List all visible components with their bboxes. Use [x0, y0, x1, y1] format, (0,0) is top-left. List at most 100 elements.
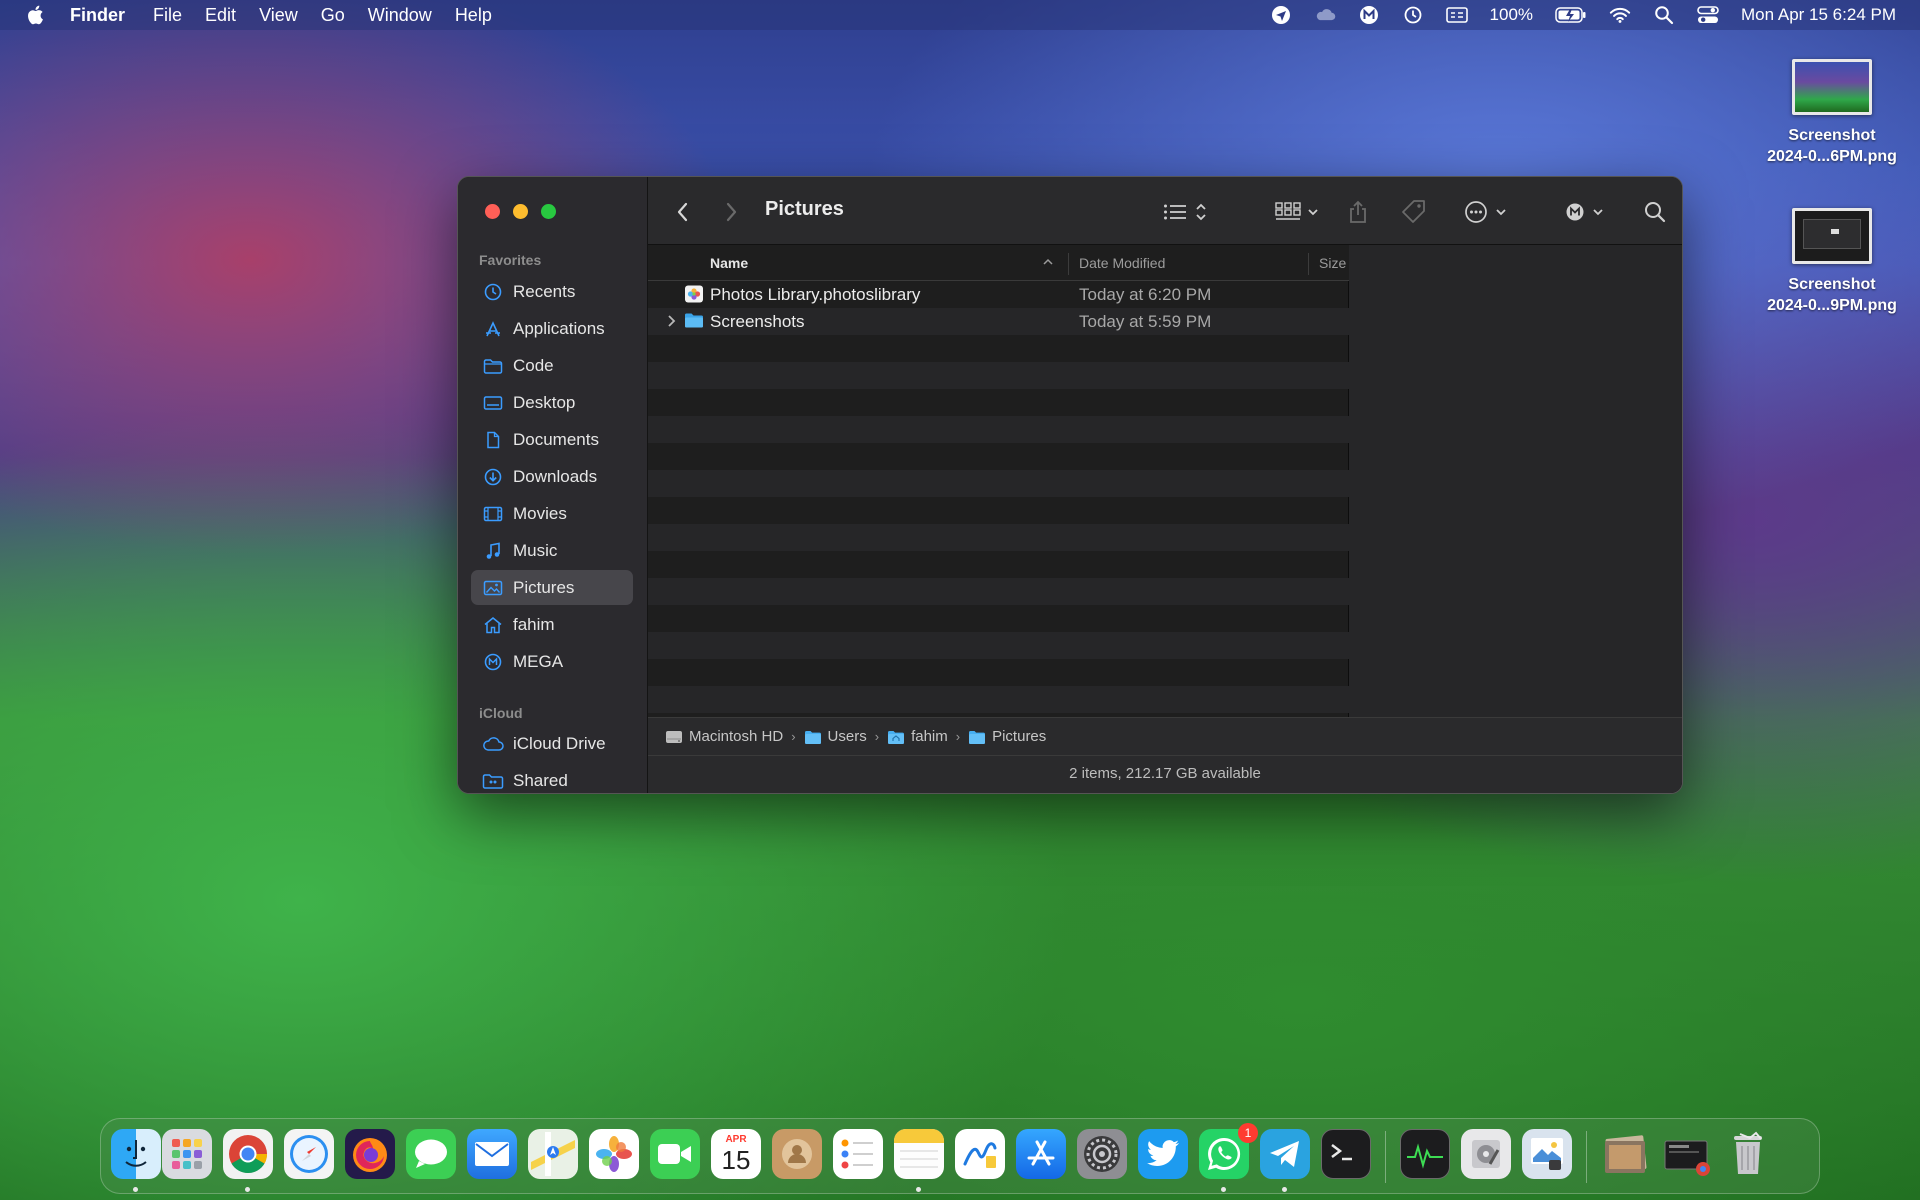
desktop-file-screenshot-1[interactable]: Screenshot 2024-0...6PM.png: [1757, 59, 1907, 167]
desktop-file-screenshot-2[interactable]: Screenshot 2024-0...9PM.png: [1757, 208, 1907, 316]
group-button[interactable]: [1275, 199, 1319, 225]
menu-clock[interactable]: Mon Apr 15 6:24 PM: [1741, 5, 1896, 25]
zoom-button[interactable]: [541, 204, 556, 219]
dock-notes-icon[interactable]: [894, 1129, 944, 1179]
dock-facetime-icon[interactable]: [650, 1129, 700, 1179]
file-list: Name Date Modified Size Photos Library.p…: [648, 245, 1349, 717]
dock-downloads-stack-icon[interactable]: [1601, 1129, 1651, 1179]
sidebar-item-movies[interactable]: Movies: [471, 496, 633, 531]
dock-activity-monitor-icon[interactable]: [1400, 1129, 1450, 1179]
dock-telegram-icon[interactable]: [1260, 1129, 1310, 1179]
path-segment-fahim[interactable]: fahim: [887, 728, 948, 745]
path-chevron-icon: ›: [874, 729, 880, 744]
dock-terminal-icon[interactable]: [1321, 1129, 1371, 1179]
window-controls: [485, 204, 556, 219]
dock-disk-utility-icon[interactable]: [1461, 1129, 1511, 1179]
dock-safari-icon[interactable]: [284, 1129, 334, 1179]
sidebar-item-label: Music: [513, 540, 558, 560]
disclosure-chevron-icon[interactable]: [666, 314, 676, 328]
photo-icon: [481, 578, 505, 598]
control-center-icon[interactable]: [1697, 4, 1719, 26]
dock-twitter-icon[interactable]: [1138, 1129, 1188, 1179]
path-chevron-icon: ›: [791, 729, 796, 744]
sidebar-item-pictures[interactable]: Pictures: [471, 570, 633, 605]
cloud-icon[interactable]: [1314, 4, 1336, 26]
menu-view[interactable]: View: [259, 5, 298, 26]
status-bar: 2 items, 212.17 GB available: [648, 755, 1682, 793]
dock-launchpad-icon[interactable]: [162, 1129, 212, 1179]
dock-calendar-icon[interactable]: APR 15: [711, 1129, 761, 1179]
hard-drive-icon: [665, 730, 683, 744]
dock-chrome-icon[interactable]: [223, 1129, 273, 1179]
sidebar-item-mega[interactable]: MEGA: [471, 644, 633, 679]
search-button[interactable]: [1644, 199, 1666, 225]
dock-reminders-icon[interactable]: [833, 1129, 883, 1179]
keyboard-input-icon[interactable]: [1445, 4, 1468, 26]
running-indicator: [133, 1187, 138, 1192]
path-segment-macintosh-hd[interactable]: Macintosh HD: [665, 728, 783, 745]
dock-mail-icon[interactable]: [467, 1129, 517, 1179]
dock-system-settings-icon[interactable]: [1077, 1129, 1127, 1179]
dock-app-store-icon[interactable]: [1016, 1129, 1066, 1179]
column-name[interactable]: Name: [710, 255, 748, 271]
dock-trash-icon[interactable]: [1723, 1129, 1773, 1179]
menu-app-name[interactable]: Finder: [70, 5, 125, 26]
mega-icon[interactable]: [1358, 4, 1380, 26]
sidebar-item-recents[interactable]: Recents: [471, 274, 633, 309]
dock-screenshots-stack-icon[interactable]: [1662, 1129, 1712, 1179]
dock-messages-icon[interactable]: [406, 1129, 456, 1179]
sidebar-item-desktop[interactable]: Desktop: [471, 385, 633, 420]
apple-menu-icon[interactable]: [0, 5, 70, 25]
file-row-screenshots[interactable]: Screenshots Today at 5:59 PM: [648, 308, 1349, 335]
sidebar-item-documents[interactable]: Documents: [471, 422, 633, 457]
dock-freeform-icon[interactable]: [955, 1129, 1005, 1179]
mega-icon: [1565, 202, 1585, 222]
empty-row: [648, 335, 1349, 362]
tag-button[interactable]: [1401, 199, 1427, 225]
close-button[interactable]: [485, 204, 500, 219]
menu-file[interactable]: File: [153, 5, 182, 26]
dock-preview-icon[interactable]: [1522, 1129, 1572, 1179]
column-divider[interactable]: [1068, 253, 1069, 275]
spotlight-icon[interactable]: [1653, 4, 1675, 26]
battery-icon[interactable]: [1555, 4, 1587, 26]
time-machine-icon[interactable]: [1402, 4, 1424, 26]
chevron-down-icon: [1307, 208, 1319, 216]
battery-percent: 100%: [1489, 5, 1534, 24]
menu-edit[interactable]: Edit: [205, 5, 236, 26]
forward-button[interactable]: [724, 199, 738, 225]
menu-help[interactable]: Help: [455, 5, 492, 26]
path-segment-pictures[interactable]: Pictures: [968, 728, 1046, 745]
calendar-day: 15: [721, 1145, 751, 1175]
menu-go[interactable]: Go: [321, 5, 345, 26]
location-icon[interactable]: [1270, 4, 1292, 26]
dock-maps-icon[interactable]: [528, 1129, 578, 1179]
sidebar-item-applications[interactable]: Applications: [471, 311, 633, 346]
mega-toolbar-button[interactable]: [1565, 199, 1604, 225]
file-row-photos-library[interactable]: Photos Library.photoslibrary Today at 6:…: [648, 281, 1349, 308]
dock-finder-icon[interactable]: [111, 1129, 161, 1179]
back-button[interactable]: [676, 199, 690, 225]
sidebar-item-music[interactable]: Music: [471, 533, 633, 568]
sidebar-item-fahim[interactable]: fahim: [471, 607, 633, 642]
sidebar-item-shared[interactable]: Shared: [471, 763, 633, 793]
view-mode-button[interactable]: [1163, 199, 1207, 225]
minimize-button[interactable]: [513, 204, 528, 219]
dock-photos-icon[interactable]: [589, 1129, 639, 1179]
path-segment-users[interactable]: Users: [804, 728, 867, 745]
column-date-modified[interactable]: Date Modified: [1079, 255, 1165, 271]
action-menu-button[interactable]: [1464, 199, 1507, 225]
sidebar-item-code[interactable]: Code: [471, 348, 633, 383]
applications-icon: [481, 319, 505, 339]
file-date: Today at 5:59 PM: [1079, 312, 1212, 331]
wifi-icon[interactable]: [1609, 4, 1631, 26]
share-button[interactable]: [1348, 199, 1368, 225]
column-size[interactable]: Size: [1319, 255, 1346, 271]
dock-contacts-icon[interactable]: [772, 1129, 822, 1179]
sidebar-item-downloads[interactable]: Downloads: [471, 459, 633, 494]
column-divider[interactable]: [1308, 253, 1309, 275]
menu-window[interactable]: Window: [368, 5, 432, 26]
dock-firefox-icon[interactable]: [345, 1129, 395, 1179]
sidebar-item-label: MEGA: [513, 651, 564, 671]
sidebar-item-icloud-drive[interactable]: iCloud Drive: [471, 726, 633, 761]
